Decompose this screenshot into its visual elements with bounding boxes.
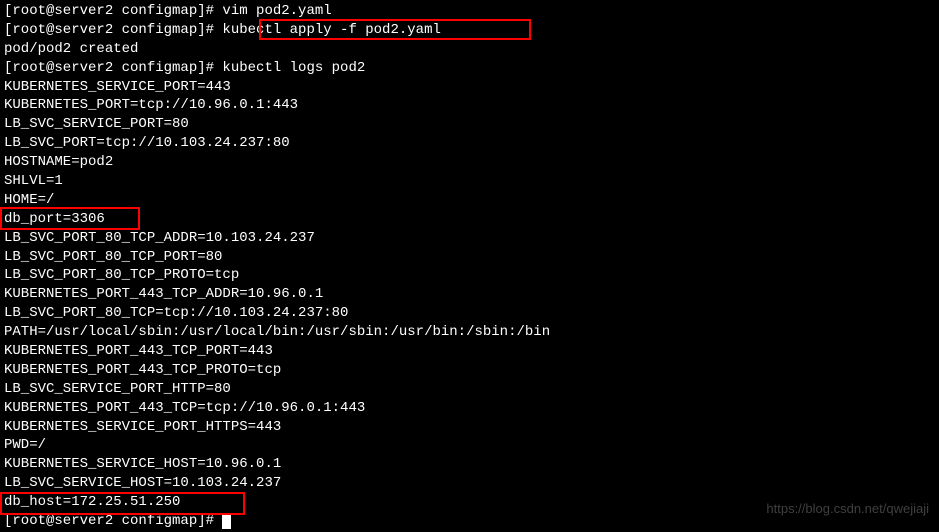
terminal-prompt: [root@server2 configmap]# (4, 513, 222, 529)
terminal-line[interactable]: SHLVL=1 (4, 172, 935, 191)
terminal-line[interactable]: [root@server2 configmap]# kubectl apply … (4, 21, 935, 40)
terminal-line[interactable]: HOME=/ (4, 191, 935, 210)
terminal-line[interactable]: LB_SVC_PORT_80_TCP_ADDR=10.103.24.237 (4, 229, 935, 248)
terminal-line[interactable]: db_port=3306 (4, 210, 935, 229)
terminal-line[interactable]: [root@server2 configmap]# kubectl logs p… (4, 59, 935, 78)
terminal-line[interactable]: LB_SVC_PORT_80_TCP=tcp://10.103.24.237:8… (4, 304, 935, 323)
terminal-line[interactable]: KUBERNETES_PORT_443_TCP_PROTO=tcp (4, 361, 935, 380)
terminal-line[interactable]: KUBERNETES_PORT_443_TCP=tcp://10.96.0.1:… (4, 399, 935, 418)
terminal-line[interactable]: KUBERNETES_PORT_443_TCP_PORT=443 (4, 342, 935, 361)
cursor-icon (222, 513, 231, 529)
terminal-line[interactable]: KUBERNETES_SERVICE_HOST=10.96.0.1 (4, 455, 935, 474)
terminal-line[interactable]: KUBERNETES_SERVICE_PORT_HTTPS=443 (4, 418, 935, 437)
terminal-line[interactable]: PATH=/usr/local/sbin:/usr/local/bin:/usr… (4, 323, 935, 342)
terminal-line[interactable]: KUBERNETES_SERVICE_PORT=443 (4, 78, 935, 97)
terminal-line[interactable]: LB_SVC_SERVICE_HOST=10.103.24.237 (4, 474, 935, 493)
terminal-line[interactable]: PWD=/ (4, 436, 935, 455)
terminal-line[interactable]: LB_SVC_SERVICE_PORT_HTTP=80 (4, 380, 935, 399)
terminal-line[interactable]: KUBERNETES_PORT=tcp://10.96.0.1:443 (4, 96, 935, 115)
terminal-line[interactable]: LB_SVC_PORT_80_TCP_PORT=80 (4, 248, 935, 267)
watermark-text: https://blog.csdn.net/qwejiaji (766, 500, 929, 518)
terminal-line[interactable]: [root@server2 configmap]# vim pod2.yaml (4, 2, 935, 21)
terminal-line[interactable]: LB_SVC_SERVICE_PORT=80 (4, 115, 935, 134)
terminal-line[interactable]: pod/pod2 created (4, 40, 935, 59)
terminal-line[interactable]: LB_SVC_PORT_80_TCP_PROTO=tcp (4, 266, 935, 285)
terminal-line[interactable]: HOSTNAME=pod2 (4, 153, 935, 172)
terminal-line[interactable]: KUBERNETES_PORT_443_TCP_ADDR=10.96.0.1 (4, 285, 935, 304)
terminal-line[interactable]: LB_SVC_PORT=tcp://10.103.24.237:80 (4, 134, 935, 153)
